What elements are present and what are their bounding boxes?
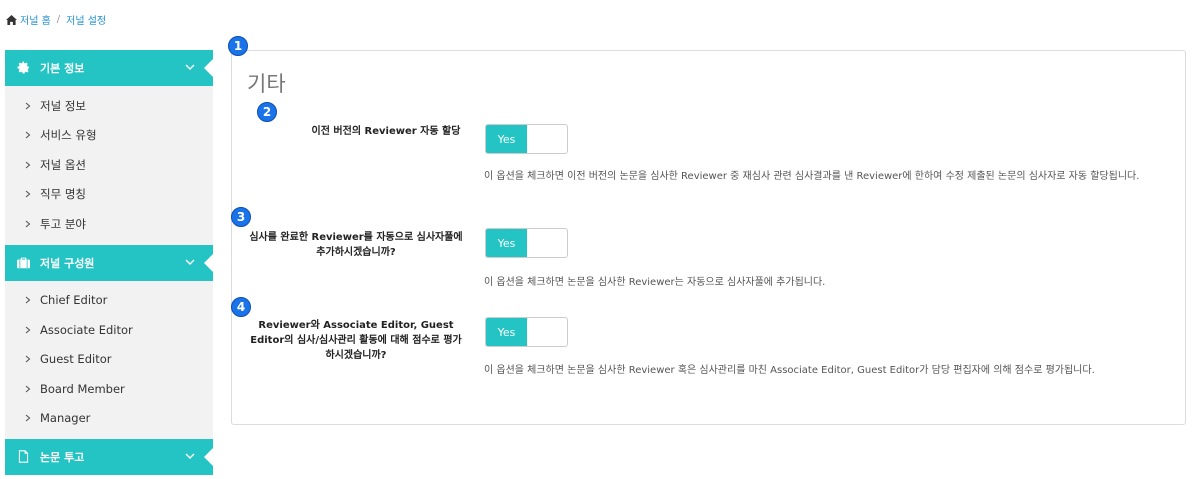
annotation-marker-3: 3 <box>231 207 251 227</box>
sidebar-item-label: 저널 옵션 <box>40 157 86 172</box>
chevron-right-icon <box>25 102 31 110</box>
active-notch <box>204 448 213 466</box>
toggle-score-evaluation[interactable]: Yes <box>485 317 568 347</box>
active-notch <box>204 253 213 272</box>
toggle-yes-label: Yes <box>486 125 527 153</box>
chevron-right-icon <box>25 190 31 198</box>
annotation-marker-4: 4 <box>231 297 251 317</box>
sidebar-item-label: Board Member <box>40 381 125 396</box>
sidebar-list-basic-info: 저널 정보 서비스 유형 저널 옵션 직무 명칭 투고 분야 <box>5 86 213 245</box>
breadcrumb: 저널 홈 / 저널 설정 <box>6 12 106 27</box>
sidebar-item-label: Chief Editor <box>40 293 108 308</box>
chevron-right-icon <box>25 385 31 393</box>
toggle-auto-assign[interactable]: Yes <box>485 124 568 154</box>
sidebar-item-label: Associate Editor <box>40 322 133 337</box>
chevron-down-icon <box>185 453 195 459</box>
sidebar-item-journal-info[interactable]: 저널 정보 <box>5 91 213 121</box>
sidebar-item-label: Manager <box>40 411 91 426</box>
sidebar: 기본 정보 저널 정보 서비스 유형 저널 옵션 직무 명칭 투고 분야 저널 … <box>5 50 213 475</box>
option-label-score-evaluation: Reviewer와 Associate Editor, Guest Editor… <box>250 320 462 361</box>
sidebar-list-journal-members: Chief Editor Associate Editor Guest Edit… <box>5 280 213 439</box>
briefcase-icon <box>17 256 31 270</box>
active-notch <box>204 59 213 77</box>
home-icon <box>6 14 17 25</box>
chevron-right-icon <box>25 326 31 334</box>
sidebar-item-label: 직무 명칭 <box>40 187 86 202</box>
breadcrumb-home-link[interactable]: 저널 홈 <box>20 12 51 27</box>
annotation-marker-2: 2 <box>257 102 277 122</box>
option-description-reviewer-pool: 이 옵션을 체크하면 논문을 심사한 Reviewer는 자동으로 심사자풀에 … <box>484 277 826 288</box>
settings-panel: 기타 이전 버전의 Reviewer 자동 할당 Yes 이 옵션을 체크하면 … <box>231 50 1186 425</box>
sidebar-section-paper-submission[interactable]: 논문 투고 <box>5 439 213 475</box>
chevron-down-icon <box>185 259 195 265</box>
sidebar-section-label: 저널 구성원 <box>40 256 95 270</box>
chevron-right-icon <box>25 161 31 169</box>
breadcrumb-current-link[interactable]: 저널 설정 <box>66 12 106 27</box>
sidebar-item-label: 서비스 유형 <box>40 128 97 143</box>
option-label-auto-assign: 이전 버전의 Reviewer 자동 할당 <box>311 126 461 137</box>
panel-title: 기타 <box>247 72 286 96</box>
sidebar-section-label: 논문 투고 <box>40 451 85 464</box>
chevron-right-icon <box>25 414 31 422</box>
toggle-yes-label: Yes <box>486 318 527 346</box>
sidebar-section-journal-members[interactable]: 저널 구성원 <box>5 244 213 281</box>
chevron-right-icon <box>25 220 31 228</box>
sidebar-item-service-type[interactable]: 서비스 유형 <box>5 121 213 151</box>
annotation-marker-1: 1 <box>228 36 248 56</box>
chevron-right-icon <box>25 131 31 139</box>
gear-icon <box>17 61 31 75</box>
sidebar-item-manager[interactable]: Manager <box>5 404 213 434</box>
breadcrumb-separator: / <box>56 14 61 25</box>
document-icon <box>17 450 31 464</box>
chevron-right-icon <box>25 296 31 304</box>
sidebar-item-job-titles[interactable]: 직무 명칭 <box>5 180 213 210</box>
chevron-right-icon <box>25 355 31 363</box>
option-label-reviewer-pool: 심사를 완료한 Reviewer를 자동으로 심사자풀에 추가하시겠습니까? <box>249 232 463 258</box>
sidebar-item-label: Guest Editor <box>40 352 112 367</box>
sidebar-item-guest-editor[interactable]: Guest Editor <box>5 345 213 375</box>
sidebar-item-label: 저널 정보 <box>40 98 86 113</box>
chevron-down-icon <box>185 64 195 70</box>
sidebar-section-basic-info[interactable]: 기본 정보 <box>5 50 213 86</box>
sidebar-section-label: 기본 정보 <box>40 62 85 75</box>
sidebar-item-submission-fields[interactable]: 투고 분야 <box>5 209 213 239</box>
sidebar-item-associate-editor[interactable]: Associate Editor <box>5 315 213 345</box>
toggle-reviewer-pool[interactable]: Yes <box>485 228 568 258</box>
toggle-yes-label: Yes <box>486 229 527 257</box>
sidebar-item-chief-editor[interactable]: Chief Editor <box>5 286 213 316</box>
option-description-auto-assign: 이 옵션을 체크하면 이전 버전의 논문을 심사한 Reviewer 중 재심사… <box>484 171 1140 182</box>
sidebar-item-journal-options[interactable]: 저널 옵션 <box>5 150 213 180</box>
sidebar-item-board-member[interactable]: Board Member <box>5 374 213 404</box>
option-description-score-evaluation: 이 옵션을 체크하면 논문을 심사한 Reviewer 혹은 심사관리를 마친 … <box>484 365 1095 376</box>
sidebar-item-label: 투고 분야 <box>40 216 86 231</box>
